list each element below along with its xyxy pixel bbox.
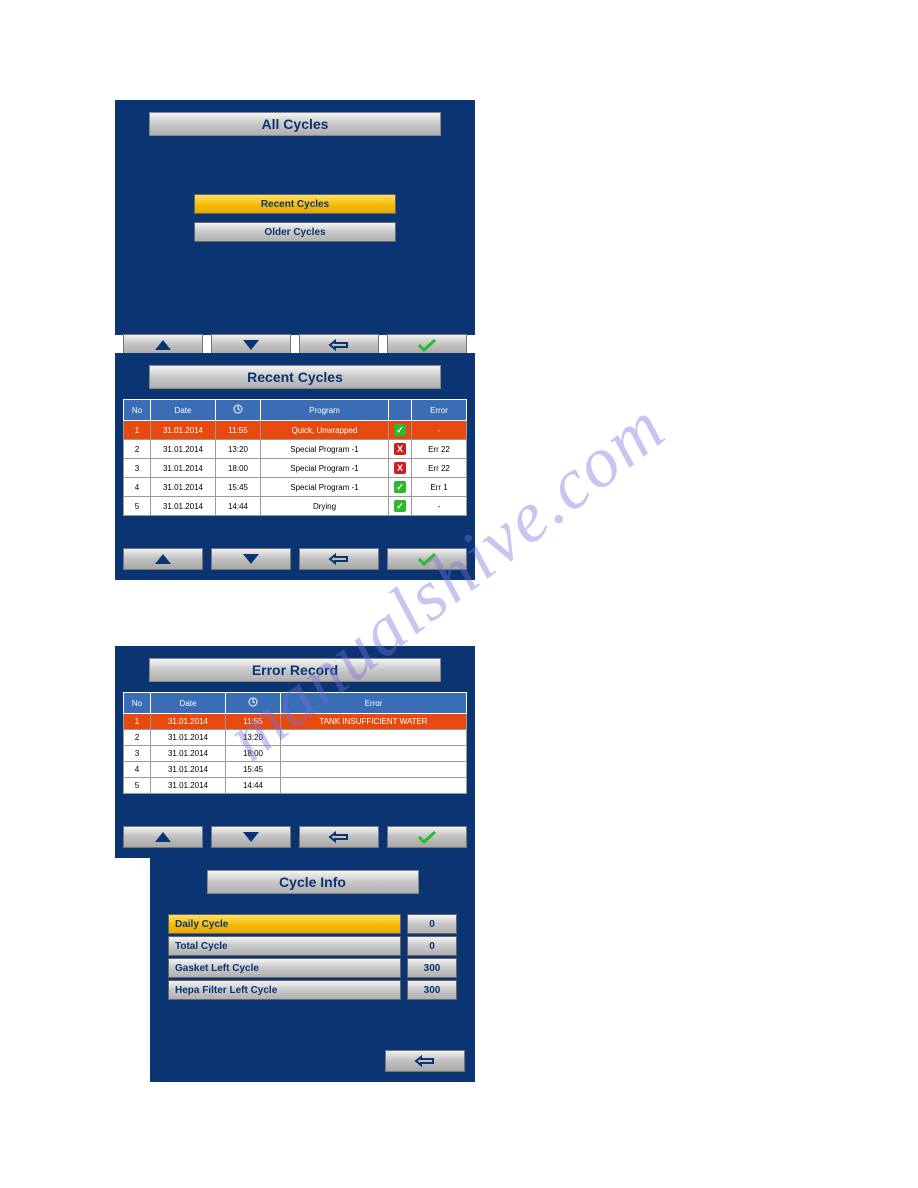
- info-value: 0: [407, 936, 457, 956]
- col-time: [226, 693, 281, 714]
- col-no: No: [124, 693, 151, 714]
- info-row-gasket[interactable]: Gasket Left Cycle 300: [168, 958, 457, 978]
- clock-icon: [233, 404, 243, 414]
- table-row[interactable]: 4 31.01.2014 15:45: [124, 762, 467, 778]
- triangle-down-icon: [243, 554, 259, 564]
- table-row[interactable]: 1 31.01.2014 11:55 TANK INSUFFICIENT WAT…: [124, 714, 467, 730]
- checkmark-icon: [416, 552, 438, 566]
- back-arrow-icon: [413, 1054, 437, 1068]
- col-status: [389, 400, 412, 421]
- menu-older-cycles[interactable]: Older Cycles: [194, 222, 396, 242]
- status-ok-icon: ✓: [394, 424, 406, 436]
- table-row[interactable]: 1 31.01.2014 11:55 Quick, Unwrapped ✓ -: [124, 421, 467, 440]
- back-arrow-icon: [327, 338, 351, 352]
- recent-cycles-table: No Date Program Error 1 31.01.2014 11:55…: [123, 399, 467, 516]
- page-title: All Cycles: [149, 112, 441, 136]
- status-error-icon: X: [394, 462, 406, 474]
- confirm-button[interactable]: [387, 548, 467, 570]
- table-row[interactable]: 5 31.01.2014 14:44 Drying ✓ -: [124, 497, 467, 516]
- status-error-icon: X: [394, 443, 406, 455]
- back-arrow-icon: [327, 830, 351, 844]
- back-button[interactable]: [385, 1050, 465, 1072]
- panel-all-cycles: All Cycles Recent Cycles Older Cycles: [115, 100, 475, 335]
- page-title: Recent Cycles: [149, 365, 441, 389]
- col-date: Date: [151, 693, 226, 714]
- table-row[interactable]: 4 31.01.2014 15:45 Special Program -1 ✓ …: [124, 478, 467, 497]
- info-row-hepa[interactable]: Hepa Filter Left Cycle 300: [168, 980, 457, 1000]
- table-header: No Date Error: [124, 693, 467, 714]
- clock-icon: [248, 697, 258, 707]
- col-time: [216, 400, 261, 421]
- info-row-total[interactable]: Total Cycle 0: [168, 936, 457, 956]
- menu-recent-cycles[interactable]: Recent Cycles: [194, 194, 396, 214]
- table-row[interactable]: 5 31.01.2014 14:44: [124, 778, 467, 794]
- col-error: Error: [412, 400, 467, 421]
- col-no: No: [124, 400, 151, 421]
- back-button[interactable]: [299, 826, 379, 848]
- panel-cycle-info: Cycle Info Daily Cycle 0 Total Cycle 0 G…: [150, 858, 475, 1082]
- table-row[interactable]: 2 31.01.2014 13:20: [124, 730, 467, 746]
- status-ok-icon: ✓: [394, 481, 406, 493]
- col-date: Date: [151, 400, 216, 421]
- info-label: Gasket Left Cycle: [168, 958, 401, 978]
- checkmark-icon: [416, 338, 438, 352]
- back-button[interactable]: [299, 548, 379, 570]
- page-title: Error Record: [149, 658, 441, 682]
- triangle-up-icon: [155, 554, 171, 564]
- info-value: 300: [407, 958, 457, 978]
- col-program: Program: [261, 400, 389, 421]
- page-title: Cycle Info: [207, 870, 419, 894]
- back-arrow-icon: [327, 552, 351, 566]
- status-ok-icon: ✓: [394, 500, 406, 512]
- info-label: Total Cycle: [168, 936, 401, 956]
- up-button[interactable]: [123, 548, 203, 570]
- col-error: Error: [281, 693, 467, 714]
- error-record-table: No Date Error 1 31.01.2014 11:55 TANK IN…: [123, 692, 467, 794]
- panel-recent-cycles: Recent Cycles No Date Program Error 1 31…: [115, 353, 475, 580]
- table-row[interactable]: 3 31.01.2014 18:00 Special Program -1 X …: [124, 459, 467, 478]
- triangle-down-icon: [243, 340, 259, 350]
- up-button[interactable]: [123, 826, 203, 848]
- info-label: Daily Cycle: [168, 914, 401, 934]
- info-value: 300: [407, 980, 457, 1000]
- triangle-up-icon: [155, 832, 171, 842]
- table-row[interactable]: 3 31.01.2014 18:00: [124, 746, 467, 762]
- confirm-button[interactable]: [387, 826, 467, 848]
- panel-error-record: Error Record No Date Error 1 31.01.2014 …: [115, 646, 475, 858]
- down-button[interactable]: [211, 548, 291, 570]
- triangle-up-icon: [155, 340, 171, 350]
- triangle-down-icon: [243, 832, 259, 842]
- checkmark-icon: [416, 830, 438, 844]
- info-value: 0: [407, 914, 457, 934]
- info-label: Hepa Filter Left Cycle: [168, 980, 401, 1000]
- table-row[interactable]: 2 31.01.2014 13:20 Special Program -1 X …: [124, 440, 467, 459]
- down-button[interactable]: [211, 826, 291, 848]
- info-row-daily[interactable]: Daily Cycle 0: [168, 914, 457, 934]
- table-header: No Date Program Error: [124, 400, 467, 421]
